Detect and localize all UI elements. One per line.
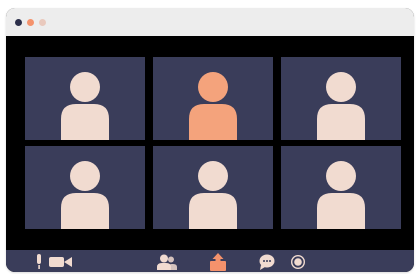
share-screen-button[interactable]	[210, 253, 226, 271]
window-titlebar	[6, 8, 414, 36]
participant-tile[interactable]	[25, 146, 145, 229]
maximize-window-button[interactable]	[39, 19, 46, 26]
participant-avatar	[61, 161, 109, 229]
participant-grid	[6, 36, 414, 250]
participant-avatar	[317, 72, 365, 140]
participant-avatar	[189, 72, 237, 140]
record-icon	[291, 255, 305, 269]
participant-avatar	[189, 161, 237, 229]
participant-tile[interactable]	[281, 57, 401, 140]
video-call-window	[6, 8, 414, 272]
microphone-button[interactable]	[34, 254, 44, 270]
avatar-head-shape	[70, 72, 100, 102]
participant-tile[interactable]	[25, 57, 145, 140]
avatar-body-shape	[61, 193, 109, 229]
call-toolbar	[6, 250, 414, 272]
participants-button[interactable]	[157, 254, 177, 270]
participant-avatar	[61, 72, 109, 140]
microphone-stand-shape	[38, 265, 40, 269]
video-camera-icon	[49, 257, 72, 267]
avatar-head-shape	[326, 72, 356, 102]
chat-button[interactable]	[259, 254, 275, 270]
avatar-body-shape	[317, 193, 365, 229]
share-screen-icon	[210, 253, 226, 271]
participants-icon	[157, 254, 177, 270]
record-button[interactable]	[291, 255, 305, 269]
avatar-body-shape	[61, 104, 109, 140]
participant-tile[interactable]	[153, 57, 273, 140]
participant-avatar	[317, 161, 365, 229]
participant-tile[interactable]	[153, 146, 273, 229]
close-window-button[interactable]	[15, 19, 22, 26]
avatar-head-shape	[198, 161, 228, 191]
minimize-window-button[interactable]	[27, 19, 34, 26]
camera-button[interactable]	[49, 256, 73, 268]
avatar-head-shape	[70, 161, 100, 191]
avatar-head-shape	[326, 161, 356, 191]
avatar-body-shape	[317, 104, 365, 140]
microphone-icon	[37, 254, 41, 264]
participant-tile[interactable]	[281, 146, 401, 229]
avatar-head-shape	[198, 72, 228, 102]
avatar-body-shape	[189, 193, 237, 229]
chat-bubble-icon	[259, 254, 275, 270]
avatar-body-shape	[189, 104, 237, 140]
